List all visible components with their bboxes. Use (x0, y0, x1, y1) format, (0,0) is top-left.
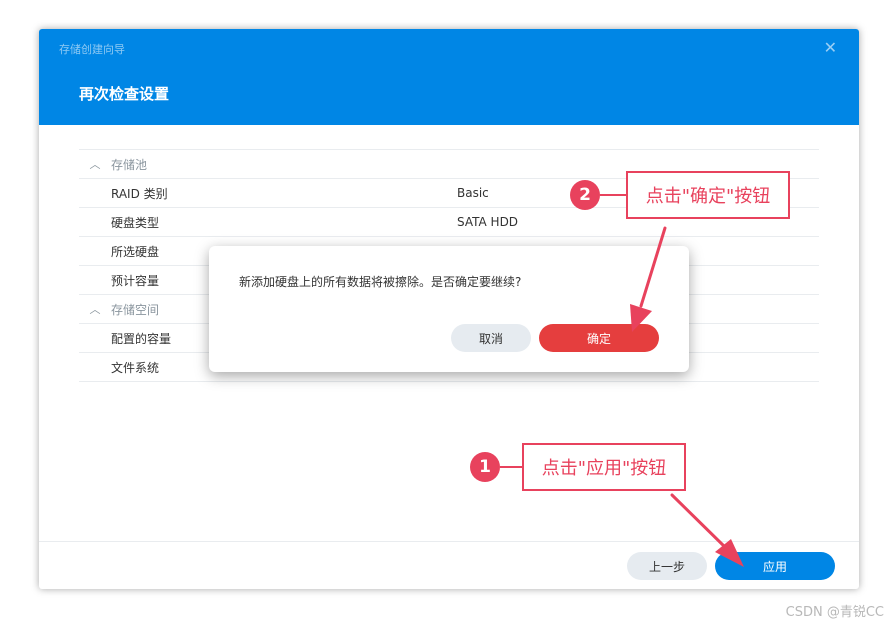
callout-confirm: 点击"确定"按钮 (626, 171, 790, 219)
dialog-message: 新添加硬盘上的所有数据将被擦除。是否确定要继续? (239, 275, 522, 289)
apply-button[interactable]: 应用 (715, 552, 835, 580)
confirm-dialog: 新添加硬盘上的所有数据将被擦除。是否确定要继续? 取消 确定 (209, 246, 689, 372)
cancel-button[interactable]: 取消 (451, 324, 531, 352)
callout-connector (600, 194, 626, 196)
setting-label: 硬盘类型 (111, 215, 160, 230)
chevron-up-icon[interactable]: ︿ (79, 301, 111, 317)
window-title: 存储创建向导 (59, 43, 125, 56)
wizard-header: 存储创建向导 ✕ 再次检查设置 (39, 29, 859, 125)
step-1-badge: 1 (470, 452, 500, 482)
setting-label: RAID 类别 (111, 186, 168, 201)
wizard-footer: 上一步 应用 (39, 541, 859, 589)
callout-connector (500, 466, 522, 468)
close-icon[interactable]: ✕ (824, 38, 837, 57)
previous-button[interactable]: 上一步 (627, 552, 707, 580)
chevron-up-icon[interactable]: ︿ (79, 156, 111, 172)
step-title: 再次检查设置 (79, 85, 170, 103)
setting-value: SATA HDD (457, 215, 519, 229)
setting-value: Basic (457, 186, 489, 200)
confirm-button[interactable]: 确定 (539, 324, 659, 352)
callout-apply: 点击"应用"按钮 (522, 443, 686, 491)
divider (79, 381, 819, 382)
section-title: 存储池 (111, 157, 148, 172)
section-title: 存储空间 (111, 302, 160, 317)
watermark: CSDN @青锐CC (785, 605, 884, 620)
step-2-badge: 2 (570, 180, 600, 210)
